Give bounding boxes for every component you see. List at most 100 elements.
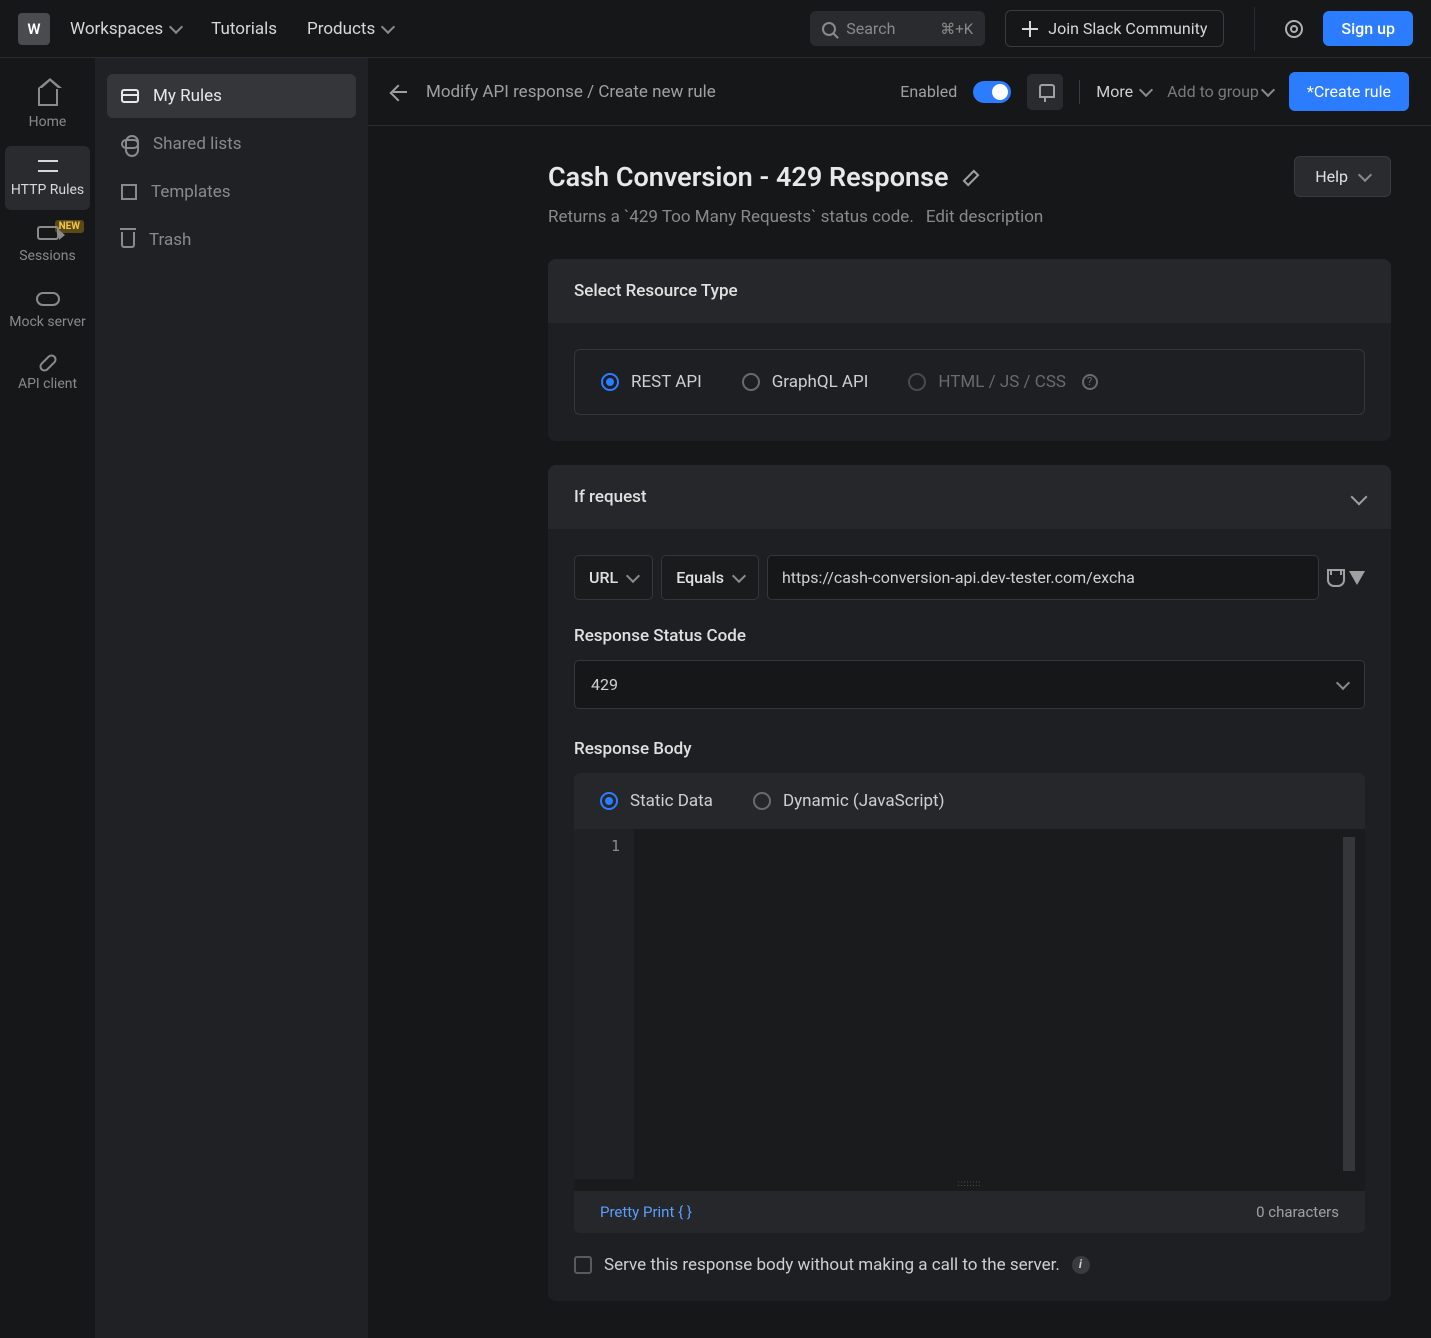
workspace-badge[interactable]: W bbox=[18, 13, 50, 45]
help-button[interactable]: Help bbox=[1294, 156, 1391, 197]
if-request-card: If request URL Equals https://cash-con bbox=[548, 465, 1391, 1301]
rail-http-rules[interactable]: HTTP Rules bbox=[5, 146, 90, 210]
editor-footer: Pretty Print { } 0 characters bbox=[574, 1191, 1365, 1233]
join-slack-button[interactable]: Join Slack Community bbox=[1005, 10, 1224, 47]
response-body-label: Response Body bbox=[574, 739, 1365, 759]
body-static-option[interactable]: Static Data bbox=[600, 791, 713, 811]
rail-home-label: Home bbox=[29, 114, 67, 130]
rest-label: REST API bbox=[631, 372, 702, 392]
window-icon bbox=[121, 89, 139, 103]
chevron-down-icon bbox=[1261, 83, 1275, 97]
more-label: More bbox=[1096, 82, 1133, 101]
body-dynamic-option[interactable]: Dynamic (JavaScript) bbox=[753, 791, 945, 811]
pin-icon bbox=[1039, 84, 1051, 100]
help-label: Help bbox=[1315, 167, 1348, 186]
back-arrow-icon[interactable] bbox=[390, 83, 408, 101]
if-request-label: If request bbox=[574, 487, 647, 507]
pin-button[interactable] bbox=[1027, 74, 1063, 110]
chevron-down-icon bbox=[1358, 168, 1372, 182]
radio-icon bbox=[600, 792, 618, 810]
sidebar-shared-label: Shared lists bbox=[153, 134, 242, 154]
url-field-selector[interactable]: URL bbox=[574, 555, 653, 600]
resize-handle[interactable]: :::::::: bbox=[574, 1179, 1365, 1191]
resource-graphql-option[interactable]: GraphQL API bbox=[742, 372, 869, 392]
rail-mock-label: Mock server bbox=[9, 314, 85, 330]
rail-api-client[interactable]: API client bbox=[5, 346, 90, 404]
search-input[interactable]: Search ⌘+K bbox=[810, 11, 985, 46]
info-icon[interactable] bbox=[1082, 374, 1098, 390]
resource-rest-option[interactable]: REST API bbox=[601, 372, 702, 392]
serve-label: Serve this response body without making … bbox=[604, 1255, 1060, 1275]
resource-html-option[interactable]: HTML / JS / CSS bbox=[908, 372, 1098, 392]
status-code-value: 429 bbox=[591, 675, 618, 694]
chevron-down-icon bbox=[626, 569, 640, 583]
create-rule-button[interactable]: *Create rule bbox=[1289, 72, 1409, 111]
sidebar-trash[interactable]: Trash bbox=[107, 218, 356, 262]
rail-mock-server[interactable]: Mock server bbox=[5, 280, 90, 342]
info-icon[interactable] bbox=[1072, 1256, 1090, 1274]
sidebar-my-rules[interactable]: My Rules bbox=[107, 74, 356, 118]
status-code-label: Response Status Code bbox=[574, 626, 1365, 646]
radio-icon bbox=[908, 373, 926, 391]
sidebar-trash-label: Trash bbox=[149, 230, 191, 250]
pretty-print-link[interactable]: Pretty Print { } bbox=[600, 1203, 692, 1221]
resource-type-header: Select Resource Type bbox=[548, 259, 1391, 323]
chevron-down-icon bbox=[169, 20, 183, 34]
rail-home[interactable]: Home bbox=[5, 76, 90, 142]
grid-icon bbox=[121, 184, 137, 200]
flask-icon[interactable] bbox=[1327, 569, 1341, 587]
url-operator-selector[interactable]: Equals bbox=[661, 555, 759, 600]
signup-button[interactable]: Sign up bbox=[1323, 11, 1413, 46]
rail-sessions[interactable]: NEW Sessions bbox=[5, 214, 90, 276]
settings-icon[interactable] bbox=[1285, 20, 1303, 38]
sliders-icon bbox=[38, 158, 58, 174]
sidebar-templates[interactable]: Templates bbox=[107, 170, 356, 214]
editor-code-area[interactable] bbox=[634, 829, 1365, 1179]
rail-api-label: API client bbox=[18, 376, 77, 392]
filter-icon[interactable] bbox=[1349, 571, 1365, 585]
separator bbox=[1079, 80, 1080, 104]
link-icon bbox=[37, 352, 58, 373]
sidebar-my-rules-label: My Rules bbox=[153, 86, 222, 106]
sidebar-shared-lists[interactable]: Shared lists bbox=[107, 122, 356, 166]
chevron-down-icon[interactable] bbox=[1351, 489, 1368, 506]
body-type-tabs: Static Data Dynamic (JavaScript) bbox=[574, 773, 1365, 829]
rule-title: Cash Conversion - 429 Response bbox=[548, 161, 949, 193]
divider bbox=[1254, 7, 1255, 51]
body-editor[interactable]: 1 bbox=[574, 829, 1365, 1179]
url-input[interactable]: https://cash-conversion-api.dev-tester.c… bbox=[767, 555, 1319, 600]
equals-label: Equals bbox=[676, 568, 724, 587]
radio-icon bbox=[753, 792, 771, 810]
more-menu[interactable]: More bbox=[1096, 82, 1151, 101]
search-icon bbox=[822, 22, 836, 36]
edit-icon[interactable] bbox=[963, 169, 979, 185]
chevron-down-icon bbox=[732, 569, 746, 583]
camera-icon bbox=[37, 226, 59, 240]
rule-description: Returns a `429 Too Many Requests` status… bbox=[548, 207, 914, 227]
status-code-select[interactable]: 429 bbox=[574, 660, 1365, 709]
sidebar: My Rules Shared lists Templates Trash bbox=[95, 58, 368, 1338]
chevron-down-icon bbox=[1336, 676, 1350, 690]
tutorials-label: Tutorials bbox=[211, 19, 277, 39]
edit-description-link[interactable]: Edit description bbox=[926, 207, 1044, 227]
static-label: Static Data bbox=[630, 791, 713, 811]
graphql-label: GraphQL API bbox=[772, 372, 869, 392]
left-rail: Home HTTP Rules NEW Sessions Mock server… bbox=[0, 58, 95, 1338]
cloud-icon bbox=[36, 292, 60, 306]
enabled-toggle[interactable] bbox=[973, 81, 1011, 103]
search-shortcut: ⌘+K bbox=[940, 20, 973, 38]
main-panel: Modify API response / Create new rule En… bbox=[368, 58, 1431, 1338]
chevron-down-icon bbox=[1139, 83, 1153, 97]
topbar: W Workspaces Tutorials Products Search ⌘… bbox=[0, 0, 1431, 58]
serve-checkbox[interactable] bbox=[574, 1256, 592, 1274]
content: Cash Conversion - 429 Response Help Retu… bbox=[368, 126, 1431, 1338]
workspaces-menu[interactable]: Workspaces bbox=[70, 19, 181, 39]
search-placeholder: Search bbox=[846, 19, 895, 38]
products-menu[interactable]: Products bbox=[307, 19, 393, 39]
resource-type-options: REST API GraphQL API HTML / JS / CSS bbox=[574, 349, 1365, 415]
add-to-group-menu[interactable]: Add to group bbox=[1167, 82, 1273, 101]
resource-type-card: Select Resource Type REST API GraphQL AP… bbox=[548, 259, 1391, 441]
home-icon bbox=[38, 88, 58, 106]
tutorials-link[interactable]: Tutorials bbox=[211, 19, 277, 39]
character-count: 0 characters bbox=[1256, 1203, 1339, 1221]
